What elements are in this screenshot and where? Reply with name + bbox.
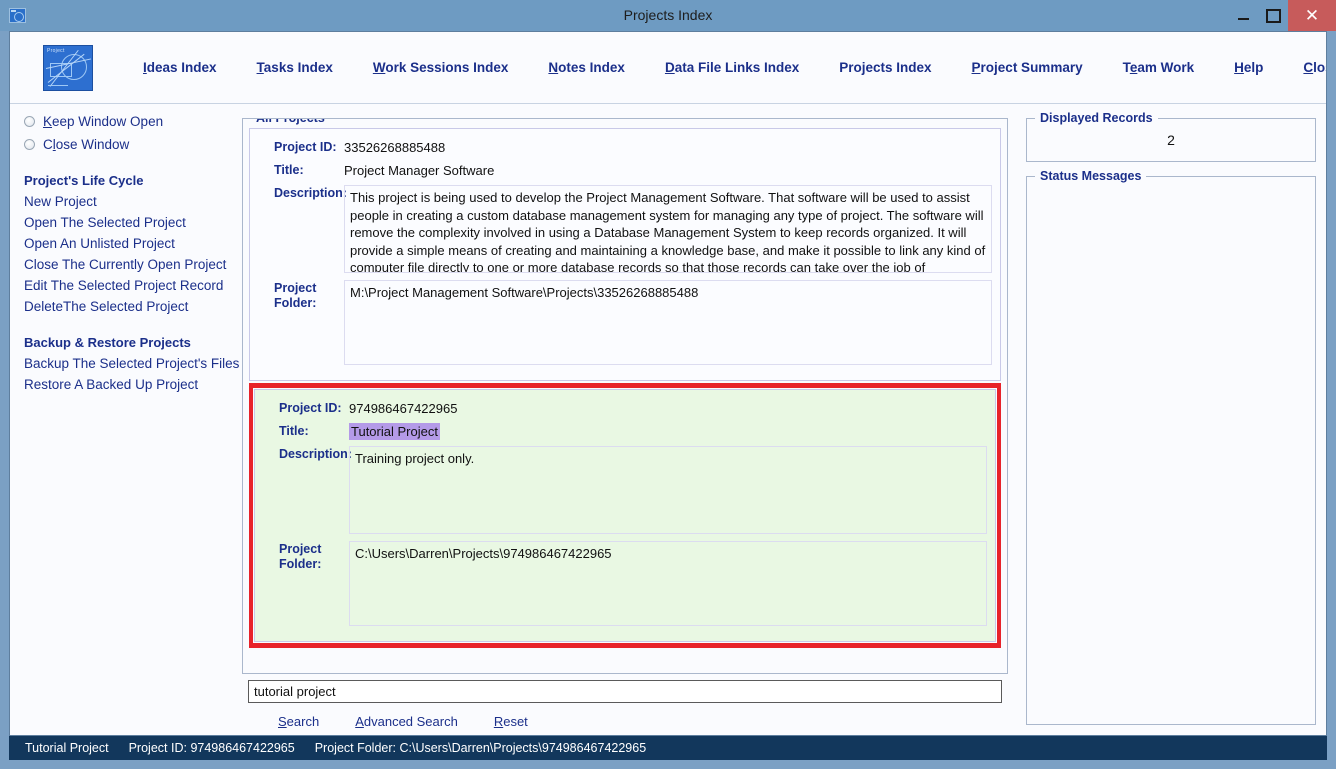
menu-item-work-sessions-index[interactable]: Work Sessions Index — [353, 56, 529, 79]
field-row: Description:Training project only. — [263, 446, 987, 534]
project-description-label: Description: — [258, 185, 344, 273]
radio-indicator-icon — [24, 116, 35, 127]
project-folder-label: ProjectFolder: — [258, 280, 344, 365]
statusbar-project-title: Tutorial Project — [25, 741, 109, 755]
status-messages-panel: Status Messages — [1026, 176, 1316, 725]
advanced-search-button[interactable]: Advanced Search — [337, 712, 476, 731]
statusbar-project-folder: Project Folder: C:\Users\Darren\Projects… — [315, 741, 646, 755]
radio-keep-window-open[interactable]: Keep Window Open — [24, 111, 242, 132]
project-id-value: 974986467422965 — [349, 400, 457, 416]
project-folder-value[interactable]: M:\Project Management Software\Projects\… — [344, 280, 992, 365]
window-title: Projects Index — [0, 0, 1336, 31]
search-zone: SearchAdvanced SearchReset — [242, 674, 1008, 735]
sidebar-item-new-project[interactable]: New Project — [24, 191, 242, 212]
right-column: Displayed Records 2 Status Messages — [1020, 104, 1326, 735]
sidebar-item-deletethe-selected-project[interactable]: DeleteThe Selected Project — [24, 296, 242, 317]
project-record-selected[interactable]: Project ID:974986467422965Title:Tutorial… — [254, 389, 996, 642]
sidebar-heading: Project's Life Cycle — [24, 173, 242, 188]
center-column: All Projects Project ID:33526268885488Ti… — [242, 104, 1020, 735]
sidebar-item-restore-a-backed-up-project[interactable]: Restore A Backed Up Project — [24, 374, 242, 395]
project-title-value: Project Manager Software — [344, 162, 494, 178]
search-button[interactable]: Search — [260, 712, 337, 731]
menu-item-notes-index[interactable]: Notes Index — [528, 56, 645, 79]
project-id-label: Project ID: — [263, 400, 349, 416]
field-row: Description:This project is being used t… — [258, 185, 992, 273]
statusbar-project-folder-value: C:\Users\Darren\Projects\974986467422965 — [399, 741, 646, 755]
radio-label: Keep Window Open — [43, 114, 163, 129]
sidebar-item-open-the-selected-project[interactable]: Open The Selected Project — [24, 212, 242, 233]
records-list: Project ID:33526268885488Title:Project M… — [249, 128, 1001, 667]
statusbar-project-id-value: 974986467422965 — [190, 741, 294, 755]
field-row: Title:Project Manager Software — [258, 162, 992, 178]
project-description-value[interactable]: Training project only. — [349, 446, 987, 534]
sidebar-item-open-an-unlisted-project[interactable]: Open An Unlisted Project — [24, 233, 242, 254]
field-row: Title:Tutorial Project — [263, 423, 987, 439]
field-row: Project ID:974986467422965 — [263, 400, 987, 416]
field-row: Project ID:33526268885488 — [258, 139, 992, 155]
search-input[interactable] — [248, 680, 1002, 703]
statusbar-project-folder-label: Project Folder: — [315, 741, 396, 755]
statusbar-project-id: Project ID: 974986467422965 — [129, 741, 295, 755]
displayed-records-legend: Displayed Records — [1035, 111, 1158, 125]
project-record[interactable]: Project ID:33526268885488Title:Project M… — [249, 128, 1001, 381]
project-id-label: Project ID: — [258, 139, 344, 155]
field-row: ProjectFolder:M:\Project Management Soft… — [258, 280, 992, 365]
project-description-value[interactable]: This project is being used to develop th… — [344, 185, 992, 273]
menu-item-ideas-index[interactable]: Ideas Index — [123, 56, 237, 79]
project-title-label: Title: — [263, 423, 349, 439]
search-buttons: SearchAdvanced SearchReset — [248, 712, 1002, 731]
application-window: Projects Index ✕ Project Ideas IndexTask… — [0, 0, 1336, 769]
menu-item-team-work[interactable]: Team Work — [1103, 56, 1215, 79]
status-messages-legend: Status Messages — [1035, 169, 1146, 183]
top-toolbar: Project Ideas IndexTasks IndexWork Sessi… — [10, 32, 1326, 104]
radio-close-window[interactable]: Close Window — [24, 134, 242, 155]
menu-item-close-program[interactable]: Close Program — [1283, 56, 1327, 79]
sidebar-item-close-the-currently-open-project[interactable]: Close The Currently Open Project — [24, 254, 242, 275]
displayed-records-panel: Displayed Records 2 — [1026, 118, 1316, 162]
menu-item-data-file-links-index[interactable]: Data File Links Index — [645, 56, 819, 79]
menu-item-help[interactable]: Help — [1214, 56, 1283, 79]
sidebar-heading: Backup & Restore Projects — [24, 335, 242, 350]
main-menu: Ideas IndexTasks IndexWork Sessions Inde… — [123, 56, 1327, 79]
field-row: ProjectFolder:C:\Users\Darren\Projects\9… — [263, 541, 987, 626]
project-folder-label: ProjectFolder: — [263, 541, 349, 626]
all-projects-legend: All Projects — [251, 118, 330, 125]
client-area: Project Ideas IndexTasks IndexWork Sessi… — [9, 31, 1327, 736]
menu-item-projects-index[interactable]: Projects Index — [819, 56, 951, 79]
displayed-records-value: 2 — [1167, 132, 1175, 148]
title-bar: Projects Index ✕ — [0, 0, 1336, 31]
title-highlight: Tutorial Project — [349, 423, 440, 440]
project-title-value: Tutorial Project — [349, 423, 440, 439]
statusbar-project-id-label: Project ID: — [129, 741, 187, 755]
project-folder-value[interactable]: C:\Users\Darren\Projects\974986467422965 — [349, 541, 987, 626]
menu-item-project-summary[interactable]: Project Summary — [952, 56, 1103, 79]
sidebar: Keep Window Open Close Window Project's Li… — [10, 104, 242, 735]
project-description-label: Description: — [263, 446, 349, 534]
app-logo-icon: Project — [43, 45, 93, 91]
menu-item-tasks-index[interactable]: Tasks Index — [237, 56, 353, 79]
project-title-label: Title: — [258, 162, 344, 178]
radio-indicator-icon — [24, 139, 35, 150]
project-id-value: 33526268885488 — [344, 139, 445, 155]
sidebar-item-edit-the-selected-project-record[interactable]: Edit The Selected Project Record — [24, 275, 242, 296]
status-bar: Tutorial Project Project ID: 97498646742… — [9, 736, 1327, 760]
logo-label: Project — [47, 48, 65, 54]
reset-button[interactable]: Reset — [476, 712, 546, 731]
body-area: Keep Window Open Close Window Project's Li… — [10, 104, 1326, 735]
radio-label: Close Window — [43, 137, 129, 152]
sidebar-item-backup-the-selected-project-s-files[interactable]: Backup The Selected Project's Files — [24, 353, 242, 374]
all-projects-panel: All Projects Project ID:33526268885488Ti… — [242, 118, 1008, 674]
